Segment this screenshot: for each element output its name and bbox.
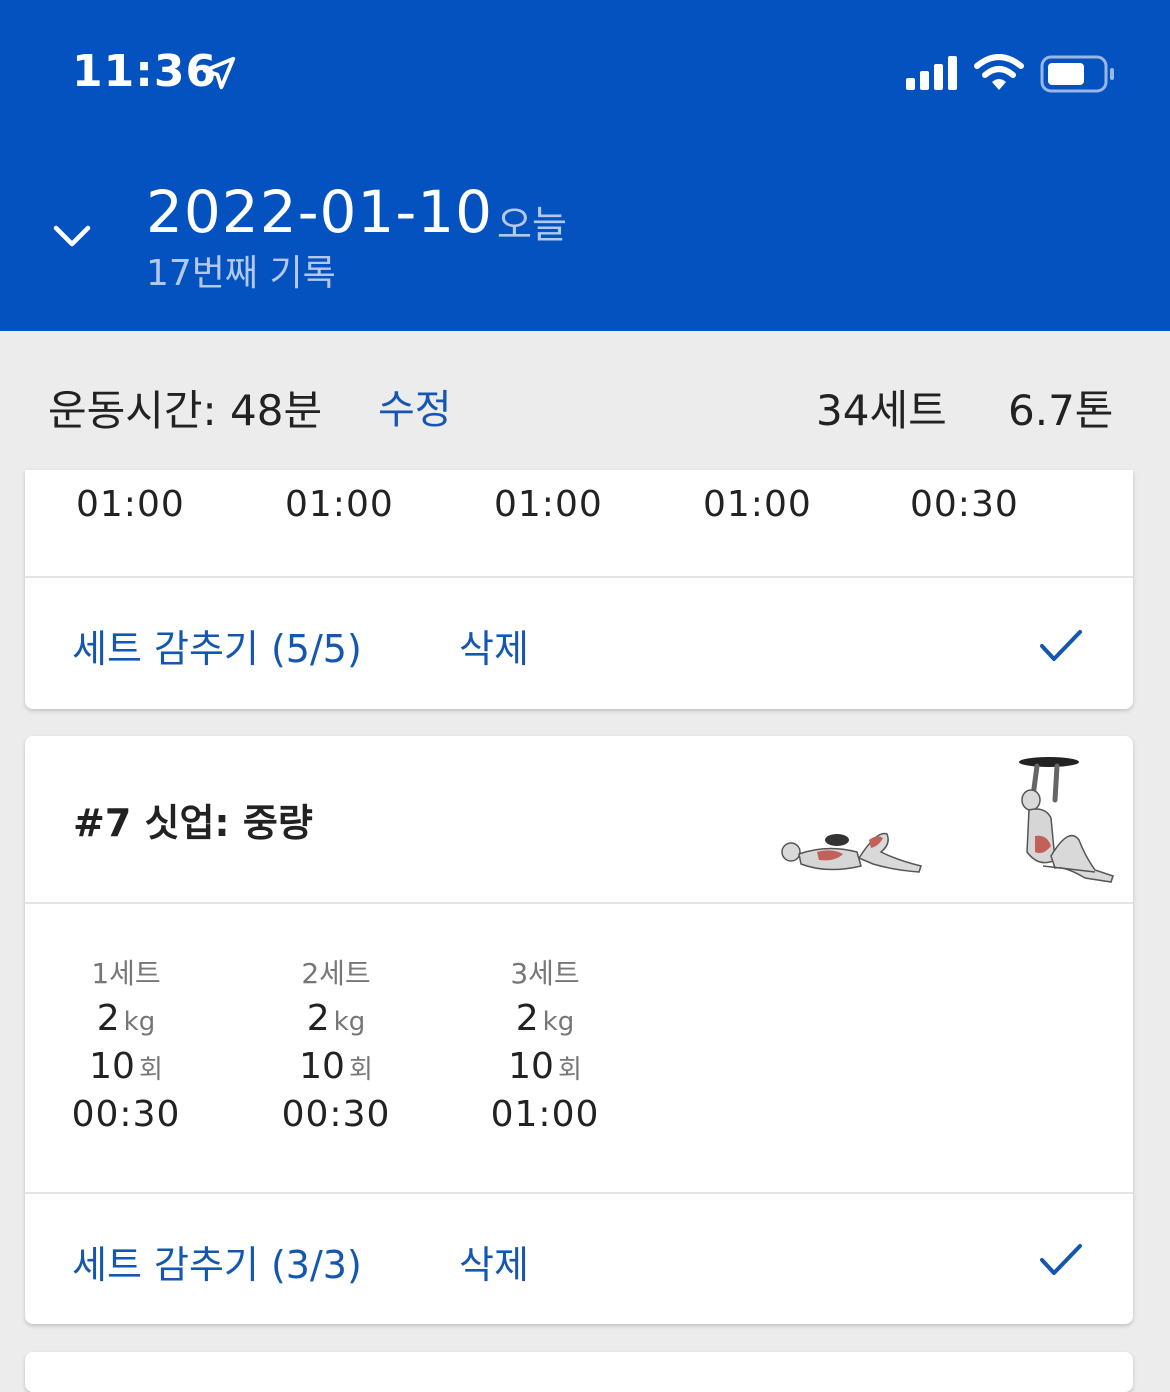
battery-icon — [1040, 55, 1114, 93]
set-weight: 2 kg — [96, 998, 156, 1039]
exercise-end-illustration — [1019, 757, 1114, 883]
exercise-card-previous: 01:00 01:00 01:00 01:00 00:30 세트 감추기 (5/… — [25, 470, 1133, 709]
chevron-down-icon[interactable] — [50, 214, 94, 258]
total-volume: 6.7톤 — [1008, 386, 1114, 435]
set-time: 01:00 — [703, 484, 812, 525]
exercise-start-illustration — [781, 832, 922, 873]
hide-sets-button[interactable]: 세트 감추기 (5/5) — [72, 618, 362, 673]
status-time: 11:36 — [72, 46, 218, 97]
check-icon[interactable] — [1039, 628, 1083, 664]
set-column[interactable]: 1세트 2 kg 10 회 00:30 — [51, 952, 201, 1135]
set-duration: 01:00 — [490, 1094, 600, 1135]
set-time: 01:00 — [494, 484, 603, 525]
set-reps: 10 회 — [299, 1046, 373, 1087]
set-label: 2세트 — [301, 957, 371, 990]
set-column[interactable]: 3세트 2 kg 10 회 01:00 — [470, 952, 620, 1135]
set-time: 00:30 — [910, 484, 1019, 525]
workout-date[interactable]: 2022-01-10 — [146, 178, 493, 246]
summary-bar: 운동시간: 48분 수정 34세트 6.7톤 — [0, 331, 1170, 475]
location-arrow-icon — [202, 56, 236, 90]
check-icon[interactable] — [1039, 1242, 1083, 1278]
exercise-card-next — [25, 1352, 1133, 1392]
set-time: 01:00 — [285, 484, 394, 525]
header: 11:36 2022-01-10 오늘 17번째 기록 — [0, 0, 1170, 331]
set-weight: 2 kg — [306, 998, 366, 1039]
edit-time-button[interactable]: 수정 — [378, 377, 452, 435]
set-duration: 00:30 — [281, 1094, 391, 1135]
hide-sets-button[interactable]: 세트 감추기 (3/3) — [72, 1234, 362, 1289]
signal-icon — [906, 56, 957, 90]
wifi-icon — [974, 54, 1024, 90]
set-time: 01:00 — [76, 484, 185, 525]
divider — [25, 1192, 1133, 1194]
set-reps: 10 회 — [508, 1046, 582, 1087]
exercise-title[interactable]: #7 싯업: 중량 — [73, 792, 313, 847]
set-column[interactable]: 2세트 2 kg 10 회 00:30 — [261, 952, 411, 1135]
delete-button[interactable]: 삭제 — [459, 1234, 529, 1289]
exercise-card-situp: #7 싯업: 중량 1세트 2 kg 10 회 00:30 2세트 2 kg 10 회 … — [25, 736, 1133, 1324]
set-reps: 10 회 — [89, 1046, 163, 1087]
divider — [25, 576, 1133, 578]
delete-button[interactable]: 삭제 — [459, 618, 529, 673]
today-label: 오늘 — [497, 203, 567, 247]
workout-time: 운동시간: 48분 — [48, 386, 323, 435]
set-label: 3세트 — [510, 957, 580, 990]
set-label: 1세트 — [91, 957, 161, 990]
total-sets: 34세트 — [816, 386, 947, 435]
divider — [25, 902, 1133, 904]
set-weight: 2 kg — [515, 998, 575, 1039]
record-count: 17번째 기록 — [146, 253, 336, 294]
set-duration: 00:30 — [71, 1094, 181, 1135]
